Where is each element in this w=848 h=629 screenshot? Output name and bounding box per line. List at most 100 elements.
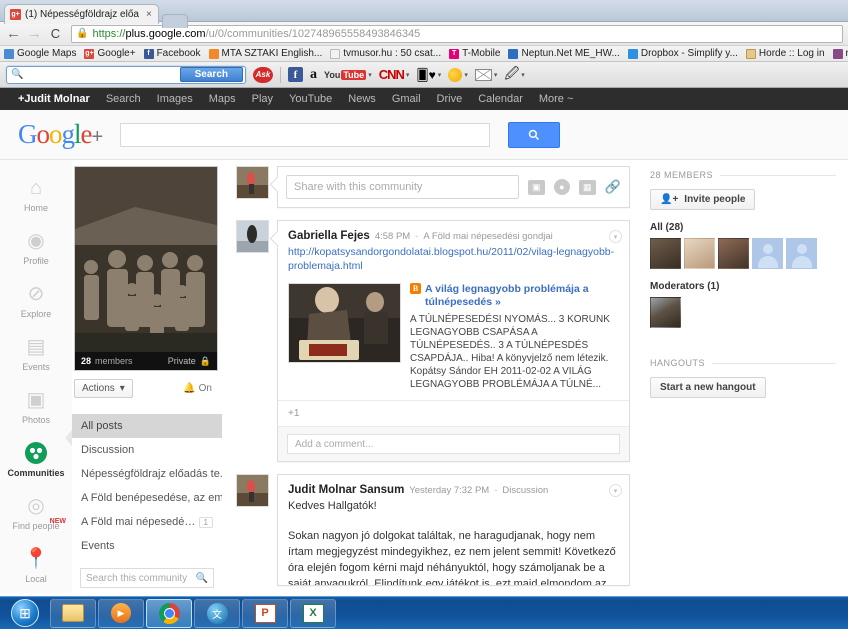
sidebar-item-local[interactable]: 📍 Local [0,539,72,592]
community-nav-category-3[interactable]: A Föld mai népesedési ... 1 [72,510,222,534]
bookmark-mta-sztaki[interactable]: MTA SZTAKI English... [208,48,322,59]
community-card[interactable]: Népességföldrajz előadás 2013 [74,166,218,371]
invite-people-button[interactable]: 👤+ Invite people [650,189,756,210]
post-author[interactable]: Judit Molnar Sansum [288,484,404,496]
avatar[interactable] [236,166,269,199]
bookmark-replicable[interactable]: replicable - definitio... [832,48,848,59]
chevron-down-icon[interactable]: ▾ [521,71,525,79]
bookmark-neptun[interactable]: Neptun.Net ME_HW... [508,48,620,59]
google-plus-logo[interactable]: Google+ [18,119,103,150]
start-button[interactable]: ⊞ [2,598,48,629]
actions-button[interactable]: Actions ▾ [74,379,133,398]
toolbar-cnn-button[interactable]: CNN ▾ [379,67,410,82]
post-author[interactable]: Gabriella Fejes [288,230,370,242]
sidebar-item-communities[interactable]: Communities [0,433,72,486]
chevron-down-icon[interactable]: ▾ [494,71,498,79]
gbar-link-gmail[interactable]: Gmail [392,93,421,105]
plus-one-button[interactable]: +1 [278,400,629,426]
gbar-link-maps[interactable]: Maps [209,93,236,105]
gbar-link-images[interactable]: Images [157,93,193,105]
ask-logo-icon[interactable]: Ask [253,66,273,83]
taskbar-file-explorer[interactable] [50,598,96,628]
link-preview[interactable]: B A világ legnagyobb problémája a túlnép… [288,283,619,391]
gbar-link-play[interactable]: Play [252,93,273,105]
chevron-down-icon[interactable]: ▾ [368,71,372,79]
member-avatar-placeholder[interactable] [752,238,783,269]
toolbar-poker-button[interactable]: 🂠♥ ▾ [416,68,441,82]
bookmark-t-mobile[interactable]: T T-Mobile [449,48,500,59]
start-hangout-button[interactable]: Start a new hangout [650,377,766,398]
reload-button[interactable]: C [47,27,64,40]
toolbar-doodle-button[interactable]: 🖉 ▾ [504,63,524,87]
bookmark-google-maps[interactable]: Google Maps [4,48,76,59]
bookmark-tvmusor[interactable]: tvmusor.hu : 50 csat... [330,48,441,59]
toolbar-facebook-button[interactable]: f [288,67,303,82]
gbar-link-search[interactable]: Search [106,93,141,105]
video-icon[interactable]: ● [553,179,570,195]
post-category[interactable]: A Föld mai népesedési gondjai [423,231,552,242]
forward-button[interactable]: → [26,26,43,41]
taskbar-excel[interactable]: X [290,598,336,628]
ask-search-input[interactable] [23,69,180,80]
community-nav-all-posts[interactable]: All posts [72,414,222,438]
back-button[interactable]: ← [5,26,22,41]
chevron-down-icon[interactable]: ▾ [464,71,468,79]
moderator-avatar[interactable] [650,297,681,328]
add-comment-input[interactable]: Add a comment... [287,434,620,454]
bookmark-dropbox[interactable]: Dropbox - Simplify y... [627,48,738,59]
chevron-down-icon[interactable]: ▾ [406,71,410,79]
gbar-link-youtube[interactable]: YouTube [289,93,332,105]
avatar[interactable] [236,474,269,507]
community-nav-category-2[interactable]: A Föld benépesedése, az em... [72,486,222,510]
taskbar-translator[interactable]: 文 [194,598,240,628]
avatar[interactable] [236,220,269,253]
member-avatar[interactable] [684,238,715,269]
gbar-link-drive[interactable]: Drive [437,93,463,105]
tab-close-icon[interactable]: × [146,9,152,20]
sidebar-item-photos[interactable]: ▣ Photos [0,380,72,433]
bookmark-google-plus[interactable]: g+ Google+ [84,48,136,59]
gbar-link-news[interactable]: News [348,93,376,105]
google-plus-search-input[interactable] [120,122,491,147]
new-tab-button[interactable] [161,14,188,28]
post-menu-button[interactable]: ▾ [609,484,622,497]
event-icon[interactable]: ▦ [578,179,596,195]
account-link[interactable]: +Judit Molnar [18,93,90,105]
sidebar-item-find-people[interactable]: ◎ NEW Find people [0,486,72,539]
ask-search-button[interactable]: Search [179,67,243,82]
browser-tab[interactable]: g+ (1) Népességföldrajz előa × [4,4,159,24]
taskbar-chrome[interactable] [146,598,192,628]
photo-icon[interactable]: ▣ [527,179,545,195]
community-search-box[interactable]: Search this community 🔍 [80,568,214,588]
sidebar-item-home[interactable]: ⌂ Home [0,168,72,221]
share-input[interactable]: Share with this community [286,175,519,199]
google-plus-search-button[interactable] [508,121,561,148]
toolbar-games-button[interactable]: ▾ [448,67,468,82]
bookmark-facebook[interactable]: f Facebook [143,48,201,59]
toolbar-youtube-button[interactable]: You Tube ▾ [324,69,372,80]
member-avatar-placeholder[interactable] [786,238,817,269]
chevron-down-icon[interactable]: ▾ [438,71,442,79]
toolbar-amazon-button[interactable]: a [310,67,317,83]
link-icon[interactable]: 🔗 [605,179,621,195]
sidebar-item-events[interactable]: ▤ Events [0,327,72,380]
taskbar-media-player[interactable]: ▶ [98,598,144,628]
member-avatar[interactable] [650,238,681,269]
post-menu-button[interactable]: ▾ [609,230,622,243]
link-preview-title[interactable]: A világ legnagyobb problémája a túlnépes… [425,283,619,309]
community-nav-category-1[interactable]: Népességföldrajz előadás te... [72,462,222,486]
community-nav-discussion[interactable]: Discussion [72,438,222,462]
sidebar-item-profile[interactable]: ◉ Profile [0,221,72,274]
gbar-link-calendar[interactable]: Calendar [478,93,523,105]
post-link[interactable]: http://kopatsysandorgondolatai.blogspot.… [288,245,619,273]
taskbar-powerpoint[interactable]: P [242,598,288,628]
community-nav-events[interactable]: Events [72,534,222,558]
toolbar-mail-button[interactable]: ▾ [474,68,498,81]
bookmark-horde[interactable]: Horde :: Log in [745,48,825,59]
sidebar-item-explore[interactable]: ⊘ Explore [0,274,72,327]
post-category[interactable]: Discussion [502,485,548,496]
sidebar-item-more[interactable]: ••• More [0,592,72,593]
notifications-toggle[interactable]: 🔔 On [183,383,218,394]
ask-search-box[interactable]: 🔍 Search [6,65,246,84]
member-avatar[interactable] [718,238,749,269]
